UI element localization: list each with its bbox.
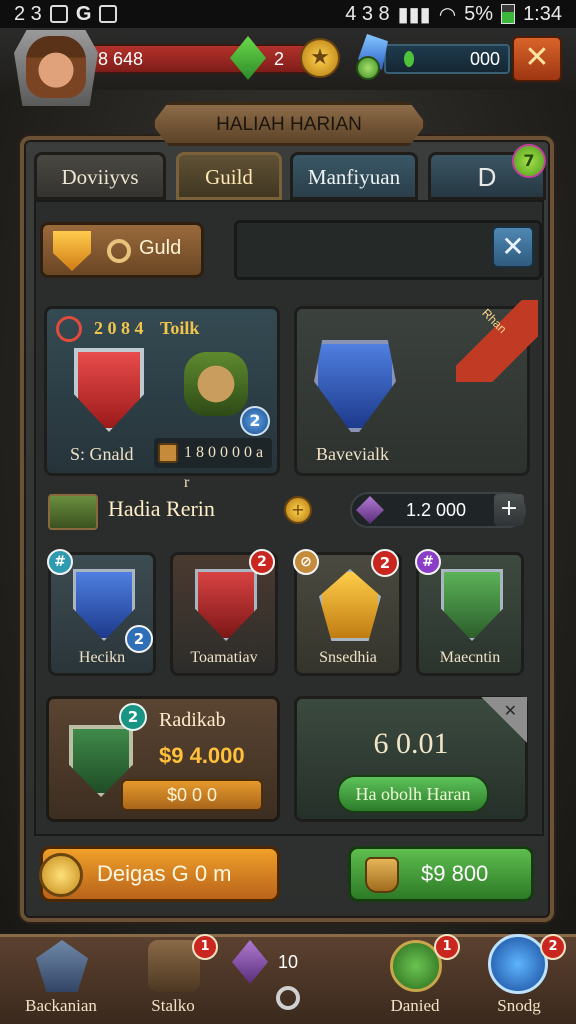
goblin-icon [184, 352, 248, 416]
offer-name: Radikab [159, 709, 226, 731]
blue-orb-nav-icon [488, 934, 548, 994]
star-badge-icon[interactable]: ★ [300, 38, 340, 78]
corner-close-icon[interactable]: ✕ [504, 701, 517, 720]
item-badge: # [47, 549, 73, 575]
health-bar-right-value: 2 [274, 49, 285, 69]
item-slot-1[interactable]: # 2 Hecikn [47, 549, 156, 676]
item-badge: ⊘ [293, 549, 319, 575]
coin-icon [39, 853, 83, 897]
offer-card-right[interactable]: ✕ 6 0.01 Ha obolh Haran [294, 696, 528, 822]
image-icon [99, 5, 118, 23]
item-count-badge: 2 [371, 549, 399, 577]
card-left-name: Toilk [160, 318, 200, 338]
wifi-icon: ◠ [438, 3, 457, 26]
status-right-numbers: 4 3 8 [345, 2, 390, 25]
health-bar-left-value: 8 648 [98, 49, 144, 69]
card-left-number: 2 0 8 4 [94, 318, 144, 338]
status-left: 2 3 G [14, 2, 118, 26]
item-slot-2[interactable]: 2 Toamatiav [170, 549, 278, 676]
close-button[interactable]: ✕ [512, 36, 562, 82]
guild-button[interactable]: Guld [40, 222, 204, 278]
status-left-text: 2 3 [14, 2, 42, 25]
offer-card-left[interactable]: 2 Radikab $9 4.000 $0 0 0 [46, 696, 280, 822]
currency-value: 000 [469, 49, 500, 69]
item-label: Maecntin [439, 649, 501, 666]
nav-badge: 1 [192, 934, 218, 960]
nav-badge: 1 [434, 934, 460, 960]
panel-title: HALIAH HARIAN [152, 102, 426, 146]
map-icon [48, 494, 98, 530]
corner-ribbon [456, 300, 538, 382]
chest-icon [158, 443, 178, 463]
red-shield-item-icon [195, 569, 257, 641]
primary-gold-button[interactable]: Deigas G 0 m [39, 846, 280, 902]
gold-emblem-item-icon [319, 569, 381, 641]
green-orb-icon [356, 56, 380, 80]
offer-price: $9 4.000 [159, 743, 245, 768]
item-slot-4[interactable]: # Maecntin [415, 549, 524, 676]
tab-notification-badge: 7 [512, 144, 546, 178]
nav-label: Snodg [497, 996, 541, 1015]
helmet-icon [36, 940, 88, 992]
status-right: 4 3 8 ▮▮▮ ◠ 5% 1:34 [345, 2, 562, 27]
offer-buy-button[interactable]: $0 0 0 [121, 779, 263, 811]
item-badge: 2 [249, 549, 275, 575]
nav-item-5[interactable]: 2 Snodg [464, 934, 574, 1024]
offer-action-button[interactable]: Ha obolh Haran [337, 775, 489, 813]
tab-guild[interactable]: Guild [176, 152, 282, 200]
section-title: Hadia Rerin [108, 496, 215, 521]
nav-label: Backanian [25, 996, 97, 1015]
currency-bar: 000 [384, 44, 510, 74]
notification-icon [49, 5, 68, 23]
nav-item-3[interactable]: 10 [222, 934, 332, 1024]
nav-label: Stalko [151, 996, 195, 1015]
shield-icon [53, 231, 91, 271]
primary-gold-button-label: Deigas G 0 m [97, 861, 232, 886]
battery-icon [501, 4, 516, 24]
item-label: Snsedhia [319, 649, 377, 666]
nav-item-2[interactable]: 1 Stalko [118, 934, 228, 1024]
nav-label: Danied [390, 996, 440, 1015]
signal-icon: ▮▮▮ [397, 3, 431, 26]
leaf-icon [404, 51, 414, 67]
item-label: Hecikn [78, 649, 126, 666]
coin-add-icon[interactable]: + [284, 496, 312, 524]
guild-emblem-icon [107, 239, 131, 263]
blue-shield-item-icon [73, 569, 135, 641]
money-bag-icon [365, 857, 399, 893]
card-left-footer-left: S: Gnald [70, 444, 134, 464]
item-slot-3[interactable]: ⊘ 2 Snsedhia [293, 549, 402, 676]
add-resource-button[interactable]: + [494, 494, 524, 526]
offer-badge: 2 [119, 703, 147, 731]
home-indicator[interactable] [276, 986, 300, 1010]
tab-3[interactable]: Manfiyuan [290, 152, 418, 200]
no-entry-icon [56, 316, 82, 342]
avatar[interactable] [26, 36, 86, 98]
status-bar: 2 3 G 4 3 8 ▮▮▮ ◠ 5% 1:34 [0, 0, 576, 28]
clock: 1:34 [523, 2, 562, 25]
battery-text: 5% [464, 2, 494, 25]
nav-item-4[interactable]: 1 Danied [360, 934, 470, 1024]
search-clear-button[interactable]: ✕ [492, 226, 534, 268]
item-label: Toamatiav [190, 649, 258, 666]
purchase-button-label: $9 800 [421, 861, 489, 886]
card-right-label: Bavevialk [316, 444, 389, 464]
card-left-footer-right: 1 8 0 0 0 0 a r [154, 438, 272, 491]
green-shield-item-icon [441, 569, 503, 641]
purchase-button[interactable]: $9 800 [348, 846, 534, 902]
carrier-icon: G [75, 2, 92, 25]
health-bar: 8 648 2 [86, 44, 336, 74]
card-left-badge: 2 [240, 406, 270, 436]
guild-button-label: Guld [139, 237, 182, 259]
gem-nav-icon [232, 940, 268, 984]
item-badge: # [415, 549, 441, 575]
nav-item-1[interactable]: Backanian [6, 934, 116, 1024]
nav-badge: 2 [540, 934, 566, 960]
tab-1[interactable]: Doviiyvs [34, 152, 166, 200]
offer-amount: 6 0.01 [373, 727, 449, 760]
nav-gem-count: 10 [278, 952, 299, 972]
